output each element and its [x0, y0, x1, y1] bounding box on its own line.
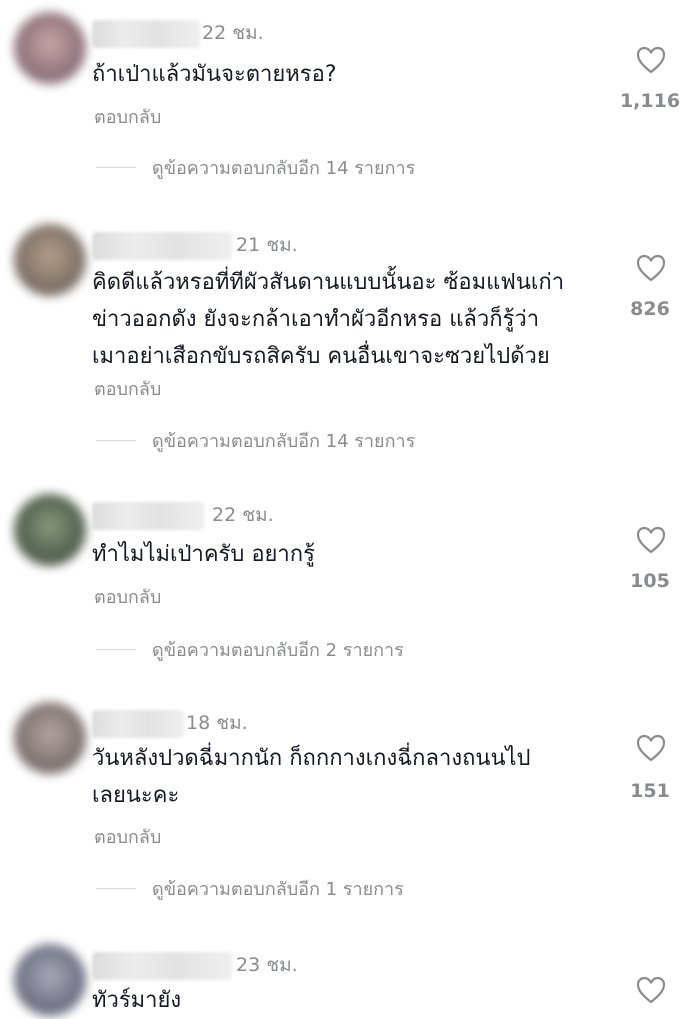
reply-button[interactable]: ตอบกลับ	[94, 102, 161, 131]
divider-line	[96, 887, 136, 889]
view-more-replies[interactable]: ดูข้อความตอบกลับอีก 1 รายการ	[96, 876, 404, 900]
comment-time: 22 ชม.	[202, 22, 264, 44]
view-more-replies-label: ดูข้อความตอบกลับอีก 14 รายการ	[152, 157, 416, 179]
comment-text-line: เลยนะคะ	[92, 783, 180, 808]
username-blurred[interactable]	[92, 502, 204, 530]
heart-icon	[636, 976, 666, 1004]
username-blurred[interactable]	[92, 952, 232, 980]
reply-button[interactable]: ตอบกลับ	[94, 582, 161, 611]
like-count: 1,116	[619, 90, 681, 112]
avatar[interactable]	[14, 12, 86, 84]
avatar[interactable]	[14, 494, 86, 566]
like-button[interactable]	[636, 526, 666, 554]
comment-text-line: เมาอย่าเสือกขับรถสิครับ คนอื่นเขาจะซวยไป…	[92, 344, 550, 369]
view-more-replies-label: ดูข้อความตอบกลับอีก 1 รายการ	[152, 878, 404, 900]
comment-text-line: คิดดีแล้วหรอที่ทีผัวสันดานแบบนั้นอะ ซ้อม…	[92, 270, 565, 295]
comment-text: ถ้าเป่าแล้วมันจะตายหรอ?	[92, 56, 337, 93]
avatar[interactable]	[14, 224, 86, 296]
username-blurred[interactable]	[92, 232, 232, 260]
comment-text: คิดดีแล้วหรอที่ทีผัวสันดานแบบนั้นอะ ซ้อม…	[92, 264, 564, 375]
heart-icon	[636, 734, 666, 762]
like-count: 826	[630, 298, 670, 320]
view-more-replies[interactable]: ดูข้อความตอบกลับอีก 14 รายการ	[96, 155, 415, 179]
divider-line	[96, 166, 136, 168]
comment-text: วันหลังปวดฉี่มากนัก ก็ถกกางเกงฉี่กลางถนน…	[92, 740, 531, 814]
view-more-replies-label: ดูข้อความตอบกลับอีก 14 รายการ	[152, 430, 416, 452]
comment-time: 21 ชม.	[236, 234, 298, 256]
comment-time: 18 ชม.	[186, 712, 248, 734]
heart-icon	[636, 46, 666, 74]
comment-text-line: ทำไมไม่เป่าครับ อยากรู้	[92, 542, 315, 567]
comment-text-line: ข่าวออกดัง ยังจะกล้าเอาทำผัวอีกหรอ แล้วก…	[92, 307, 540, 332]
divider-line	[96, 648, 136, 650]
like-button[interactable]	[636, 734, 666, 762]
username-blurred[interactable]	[92, 20, 200, 48]
view-more-replies-label: ดูข้อความตอบกลับอีก 2 รายการ	[152, 639, 404, 661]
comment-text-line: ถ้าเป่าแล้วมันจะตายหรอ?	[92, 62, 337, 87]
comment-text-line: ทัวร์มายัง	[92, 988, 182, 1013]
view-more-replies[interactable]: ดูข้อความตอบกลับอีก 2 รายการ	[96, 637, 404, 661]
heart-icon	[636, 526, 666, 554]
like-button[interactable]	[636, 254, 666, 282]
comment-text: ทำไมไม่เป่าครับ อยากรู้	[92, 536, 315, 573]
comment-text-line: วันหลังปวดฉี่มากนัก ก็ถกกางเกงฉี่กลางถนน…	[92, 746, 531, 771]
like-button[interactable]	[636, 46, 666, 74]
reply-button[interactable]: ตอบกลับ	[94, 374, 161, 403]
heart-icon	[636, 254, 666, 282]
comment-time: 23 ชม.	[236, 954, 298, 976]
avatar[interactable]	[14, 702, 86, 774]
comment-time: 22 ชม.	[212, 504, 274, 526]
divider-line	[96, 439, 136, 441]
like-count: 105	[630, 570, 670, 592]
reply-button[interactable]: ตอบกลับ	[94, 822, 161, 851]
like-count: 151	[630, 780, 670, 802]
like-button[interactable]	[636, 976, 666, 1004]
view-more-replies[interactable]: ดูข้อความตอบกลับอีก 14 รายการ	[96, 428, 415, 452]
username-blurred[interactable]	[92, 710, 184, 738]
avatar[interactable]	[14, 944, 86, 1016]
comment-text: ทัวร์มายัง	[92, 982, 181, 1019]
